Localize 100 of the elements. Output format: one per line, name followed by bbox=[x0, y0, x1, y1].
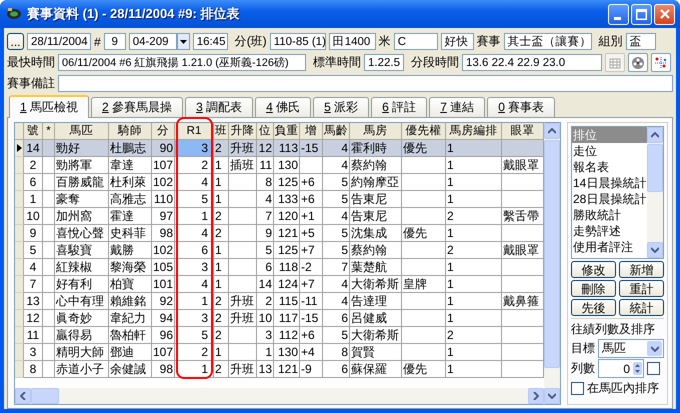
scroll-up-button[interactable] bbox=[647, 127, 663, 143]
tab[interactable]: 2 參賽馬晨操 bbox=[91, 97, 184, 117]
table-cell: 2 bbox=[446, 208, 502, 225]
remarks-field[interactable] bbox=[58, 75, 673, 92]
table-cell: 121 bbox=[274, 225, 300, 242]
column-header[interactable]: 增 bbox=[300, 123, 323, 140]
reel-button[interactable] bbox=[628, 53, 648, 72]
group-field[interactable]: 盃 bbox=[626, 33, 656, 50]
spinner-arrows-icon[interactable] bbox=[633, 362, 642, 375]
table-cell: +1 bbox=[300, 208, 323, 225]
column-header[interactable]: 馬匹 bbox=[55, 123, 109, 140]
scroll-down-button[interactable] bbox=[544, 388, 560, 404]
target-dropdown[interactable]: 馬匹 bbox=[598, 339, 664, 358]
scroll-left-button[interactable] bbox=[15, 388, 31, 404]
list-item[interactable]: 報名表 bbox=[572, 159, 647, 175]
checkbox[interactable] bbox=[647, 362, 660, 375]
table-cell bbox=[43, 242, 55, 259]
list-item[interactable]: 28日晨操統計 bbox=[572, 191, 647, 207]
tab[interactable]: 5 派彩 bbox=[313, 97, 370, 117]
table-cell: 1 bbox=[214, 191, 229, 208]
column-header[interactable]: 負重 bbox=[274, 123, 300, 140]
column-header[interactable]: 分 bbox=[152, 123, 175, 140]
list-item[interactable]: 走位 bbox=[572, 143, 647, 159]
race-name-field[interactable]: 其士盃（讓賽） bbox=[504, 33, 592, 50]
going-field[interactable]: 好快 bbox=[440, 33, 474, 50]
class-field[interactable]: 110-85 (1) bbox=[270, 33, 326, 50]
table-cell: +7 bbox=[300, 276, 323, 293]
column-header[interactable]: 升降 bbox=[229, 123, 257, 140]
tab[interactable]: 0 賽事表 bbox=[487, 97, 556, 117]
column-header[interactable]: R1 bbox=[175, 123, 214, 140]
table-cell: 告達理 bbox=[350, 293, 402, 310]
table-cell: 1 bbox=[446, 140, 502, 157]
standard-time-field[interactable]: 1.22.5 bbox=[364, 54, 404, 71]
action-button[interactable]: 修改 bbox=[571, 261, 616, 278]
table-cell: 4 bbox=[257, 191, 274, 208]
row-indicator[interactable] bbox=[15, 140, 24, 157]
list-item[interactable]: 14日晨操統計 bbox=[572, 175, 647, 191]
action-button[interactable]: 統計 bbox=[619, 299, 664, 316]
table-cell: 11 bbox=[257, 157, 274, 174]
scroll-right-button[interactable] bbox=[528, 388, 544, 404]
column-header[interactable]: 馬房編排 bbox=[446, 123, 502, 140]
table-cell: 心中有理 bbox=[55, 293, 109, 310]
tab[interactable]: 7 連結 bbox=[429, 97, 486, 117]
table-cell: 8 bbox=[24, 361, 43, 378]
table-cell: 3 bbox=[257, 327, 274, 344]
table-cell: 精明大師 bbox=[55, 344, 109, 361]
vertical-scrollbar[interactable] bbox=[647, 127, 663, 258]
column-header[interactable]: 騎師 bbox=[109, 123, 152, 140]
column-header[interactable]: 眼罩 bbox=[502, 123, 544, 140]
scroll-down-button[interactable] bbox=[647, 242, 663, 258]
sectional-time-field[interactable]: 13.6 22.4 22.9 23.0 bbox=[462, 54, 602, 71]
action-button[interactable]: 新增 bbox=[619, 261, 664, 278]
tab[interactable]: 6 評註 bbox=[371, 97, 428, 117]
table-cell bbox=[402, 327, 446, 344]
list-item[interactable]: 走勢評述 bbox=[572, 223, 647, 239]
column-header[interactable]: 馬房 bbox=[350, 123, 402, 140]
table-cell: 117 bbox=[274, 310, 300, 327]
tab[interactable]: 4 佛氏 bbox=[255, 97, 312, 117]
window-title: 賽事資料 (1) - 28/11/2004 #9: 排位表 bbox=[27, 5, 240, 23]
table-cell: 2 bbox=[214, 361, 229, 378]
table-cell: 7 bbox=[257, 208, 274, 225]
table-cell: 8 bbox=[257, 174, 274, 191]
column-header[interactable]: 馬齡 bbox=[323, 123, 350, 140]
scroll-thumb[interactable] bbox=[544, 140, 560, 368]
column-header[interactable]: 優先權 bbox=[402, 123, 446, 140]
best-time-field[interactable]: 06/11/2004 #6 紅旗飛揚 1.21.0 (巫斯義-126磅) bbox=[58, 54, 306, 71]
vertical-scrollbar[interactable] bbox=[544, 123, 560, 404]
column-header[interactable]: * bbox=[43, 123, 55, 140]
table-cell: 杜利萊 bbox=[109, 174, 152, 191]
browse-button[interactable]: ... bbox=[7, 33, 24, 50]
list-item[interactable]: 使用者評注 bbox=[572, 239, 647, 255]
distance-field[interactable]: 田1400 bbox=[328, 33, 376, 50]
scroll-thumb[interactable] bbox=[31, 388, 59, 404]
column-header[interactable]: 班 bbox=[214, 123, 229, 140]
chart-button[interactable] bbox=[651, 53, 671, 72]
time-field[interactable]: 16:45 bbox=[192, 33, 228, 50]
list-item[interactable]: 勝敗統計 bbox=[572, 207, 647, 223]
tab[interactable]: 1 馬匹檢視 bbox=[9, 95, 90, 118]
minimize-button[interactable] bbox=[608, 4, 629, 24]
column-header[interactable]: 位 bbox=[257, 123, 274, 140]
table-cell: 5 bbox=[323, 191, 350, 208]
table-cell: 加州窩 bbox=[55, 208, 109, 225]
scroll-thumb[interactable] bbox=[647, 144, 663, 192]
action-button[interactable]: 先後 bbox=[571, 299, 616, 316]
close-button[interactable] bbox=[654, 4, 675, 24]
course-field[interactable]: C bbox=[394, 33, 438, 50]
maximize-button[interactable] bbox=[631, 4, 652, 24]
scroll-up-button[interactable] bbox=[544, 123, 560, 139]
race-code-dropdown[interactable]: 04-209 bbox=[128, 33, 177, 50]
column-header[interactable]: 號 bbox=[24, 123, 43, 140]
tab[interactable]: 3 調配表 bbox=[185, 97, 254, 117]
horizontal-scrollbar[interactable] bbox=[15, 388, 544, 404]
action-button[interactable]: 重計 bbox=[619, 280, 664, 297]
dropdown-button[interactable] bbox=[176, 33, 190, 50]
table-cell: 喜悅心聲 bbox=[55, 225, 109, 242]
checkbox[interactable] bbox=[571, 382, 584, 395]
row-count-spinner[interactable]: 0 bbox=[598, 359, 644, 378]
date-field[interactable]: 28/11/2004 bbox=[27, 33, 91, 50]
race-number-field[interactable]: 9 bbox=[104, 33, 126, 50]
action-button[interactable]: 刪除 bbox=[571, 280, 616, 297]
